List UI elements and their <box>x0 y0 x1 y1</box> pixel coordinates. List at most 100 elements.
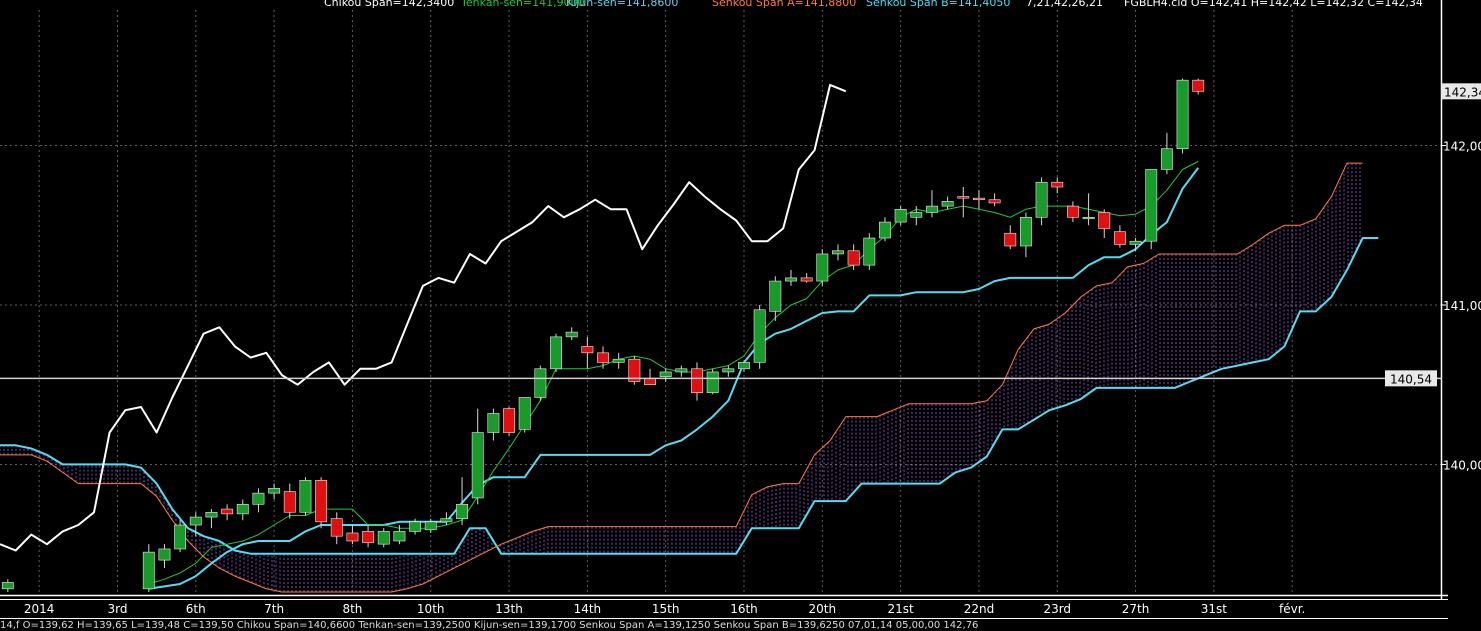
candle-body <box>252 492 265 505</box>
candle-body <box>487 413 500 433</box>
x-tick-label: 8th <box>342 602 362 616</box>
candle-body <box>816 253 829 282</box>
time-readout: 7,21,42,26,21 <box>1026 0 1103 9</box>
candle-body <box>800 277 813 282</box>
x-tick-label: 10th <box>417 602 445 616</box>
x-tick-label: 31st <box>1201 602 1228 616</box>
candle-body <box>1035 181 1048 218</box>
chikou-span-readout: Chikou Span=142,3400 <box>324 0 455 9</box>
candle-body <box>1098 212 1111 229</box>
candle-body <box>1145 169 1158 242</box>
candle-body <box>456 504 468 519</box>
candle-body <box>722 368 735 373</box>
candle-body <box>863 237 876 266</box>
candle-body <box>785 277 797 282</box>
up-candle <box>534 365 547 401</box>
candle-body <box>1176 79 1189 150</box>
candle-body <box>1066 205 1079 218</box>
candle-body <box>424 521 437 531</box>
candle-body <box>988 199 1001 204</box>
x-tick-label: 27th <box>1122 602 1150 616</box>
candle-body <box>957 196 970 199</box>
candle-body <box>346 532 359 542</box>
senkou-span-a-readout: Senkou Span A=141,8800 <box>712 0 857 9</box>
candle-body <box>158 548 171 561</box>
candle-body <box>706 371 719 393</box>
x-tick-label: 22nd <box>964 602 995 616</box>
senkou-span-b-readout: Senkou Span B=141,4050 <box>866 0 1011 9</box>
candle-body <box>503 408 515 433</box>
candle-body <box>471 432 484 499</box>
candle-body <box>1082 216 1095 220</box>
up-candle <box>863 233 876 270</box>
up-candle <box>753 304 766 369</box>
candle-body <box>1192 79 1205 92</box>
candle-body <box>847 250 860 266</box>
candle-body <box>330 518 343 537</box>
up-candle <box>299 477 312 516</box>
candle-body <box>675 368 688 373</box>
x-tick-label: 14th <box>574 602 602 616</box>
up-candle <box>1176 78 1189 154</box>
candle-body <box>518 397 531 430</box>
candle-body <box>1 582 14 590</box>
x-tick-label: 6th <box>186 602 206 616</box>
candle-body <box>315 480 328 523</box>
candle-body <box>174 524 187 550</box>
candle-body <box>1051 181 1064 188</box>
x-tick-label: 7th <box>264 602 284 616</box>
candle-body <box>1113 231 1126 245</box>
up-candle <box>706 368 719 395</box>
x-tick-label: 20th <box>809 602 837 616</box>
x-tick-label: 2014 <box>24 602 55 616</box>
x-tick-label: 15th <box>652 602 680 616</box>
candle-body <box>440 518 453 523</box>
candle-body <box>769 280 782 312</box>
candle-body <box>659 371 672 378</box>
candle-body <box>894 209 907 223</box>
x-tick-label: 21st <box>888 602 915 616</box>
candle-body <box>1129 240 1142 245</box>
up-candle <box>550 333 562 372</box>
down-candle <box>628 356 641 385</box>
candle-body <box>205 511 218 518</box>
candle-body <box>1160 148 1173 170</box>
candle-body <box>283 491 296 513</box>
x-tick-label: 3rd <box>107 602 127 616</box>
x-tick-label: févr. <box>1279 602 1305 616</box>
candle-body <box>236 504 249 515</box>
up-candle <box>816 249 829 286</box>
candle-body <box>565 331 578 338</box>
candle-body <box>409 521 422 532</box>
down-candle <box>503 407 515 436</box>
kijun-sen-readout: Kijun-sen=141,8600 <box>566 0 679 9</box>
candle-body <box>941 201 954 207</box>
candle-body <box>1004 232 1017 247</box>
ichimoku-chart: 142,00 141,00 140,00 142,34 140,54 2014 3rd 6t… <box>0 0 1481 626</box>
candle-body <box>550 336 562 370</box>
up-candle <box>174 520 187 553</box>
candle-body <box>581 346 594 354</box>
candle-body <box>362 531 375 543</box>
up-candle <box>1145 169 1158 250</box>
candle-body <box>644 378 656 386</box>
down-candle <box>315 477 328 529</box>
candle-body <box>393 531 406 542</box>
candle-body <box>221 508 234 515</box>
candle-body <box>973 197 985 201</box>
x-tick-label: 16th <box>730 602 758 616</box>
candle-body <box>612 358 625 363</box>
candle-body <box>879 221 891 239</box>
horizontal-line-label: 140,54 <box>1390 372 1432 386</box>
candle-body <box>738 362 750 370</box>
candle-body <box>1019 216 1032 247</box>
candle-body <box>910 212 923 218</box>
candle-body <box>142 551 155 590</box>
candle-body <box>753 309 766 363</box>
up-candle <box>518 397 531 433</box>
y-tick-label: 141,00 <box>1443 299 1481 313</box>
y-tick-label: 142,00 <box>1443 140 1481 154</box>
candle-body <box>299 480 312 513</box>
candle-body <box>534 368 547 398</box>
candle-body <box>926 205 938 213</box>
